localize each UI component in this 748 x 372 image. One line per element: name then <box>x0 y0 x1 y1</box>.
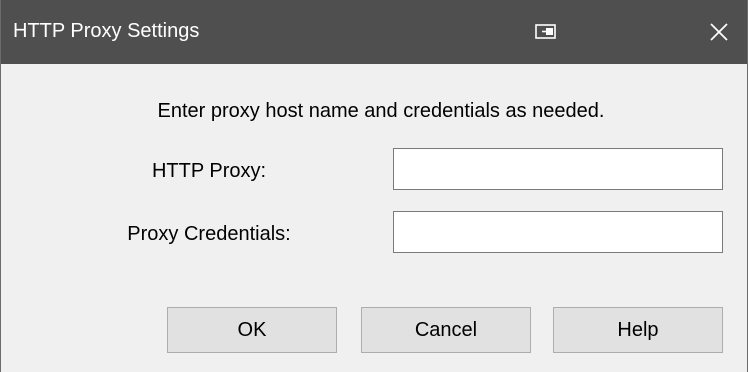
dialog-content: Enter proxy host name and credentials as… <box>1 64 747 372</box>
proxy-credentials-label: Proxy Credentials: <box>127 223 291 245</box>
title-bar[interactable]: HTTP Proxy Settings <box>1 0 747 64</box>
instruction-text: Enter proxy host name and credentials as… <box>157 100 605 122</box>
proxy-settings-dialog: HTTP Proxy Settings Enter proxy host nam… <box>0 0 748 372</box>
window-pin-button[interactable] <box>525 16 565 48</box>
help-button[interactable]: Help <box>553 307 723 353</box>
cancel-button[interactable]: Cancel <box>361 307 531 353</box>
proxy-credentials-input[interactable] <box>393 211 723 253</box>
close-icon <box>710 23 728 41</box>
ok-button[interactable]: OK <box>167 307 337 353</box>
window-title: HTTP Proxy Settings <box>13 20 200 42</box>
http-proxy-input[interactable] <box>393 148 723 190</box>
http-proxy-label: HTTP Proxy: <box>151 160 267 182</box>
window-pin-icon <box>535 24 556 39</box>
close-button[interactable] <box>695 12 743 52</box>
